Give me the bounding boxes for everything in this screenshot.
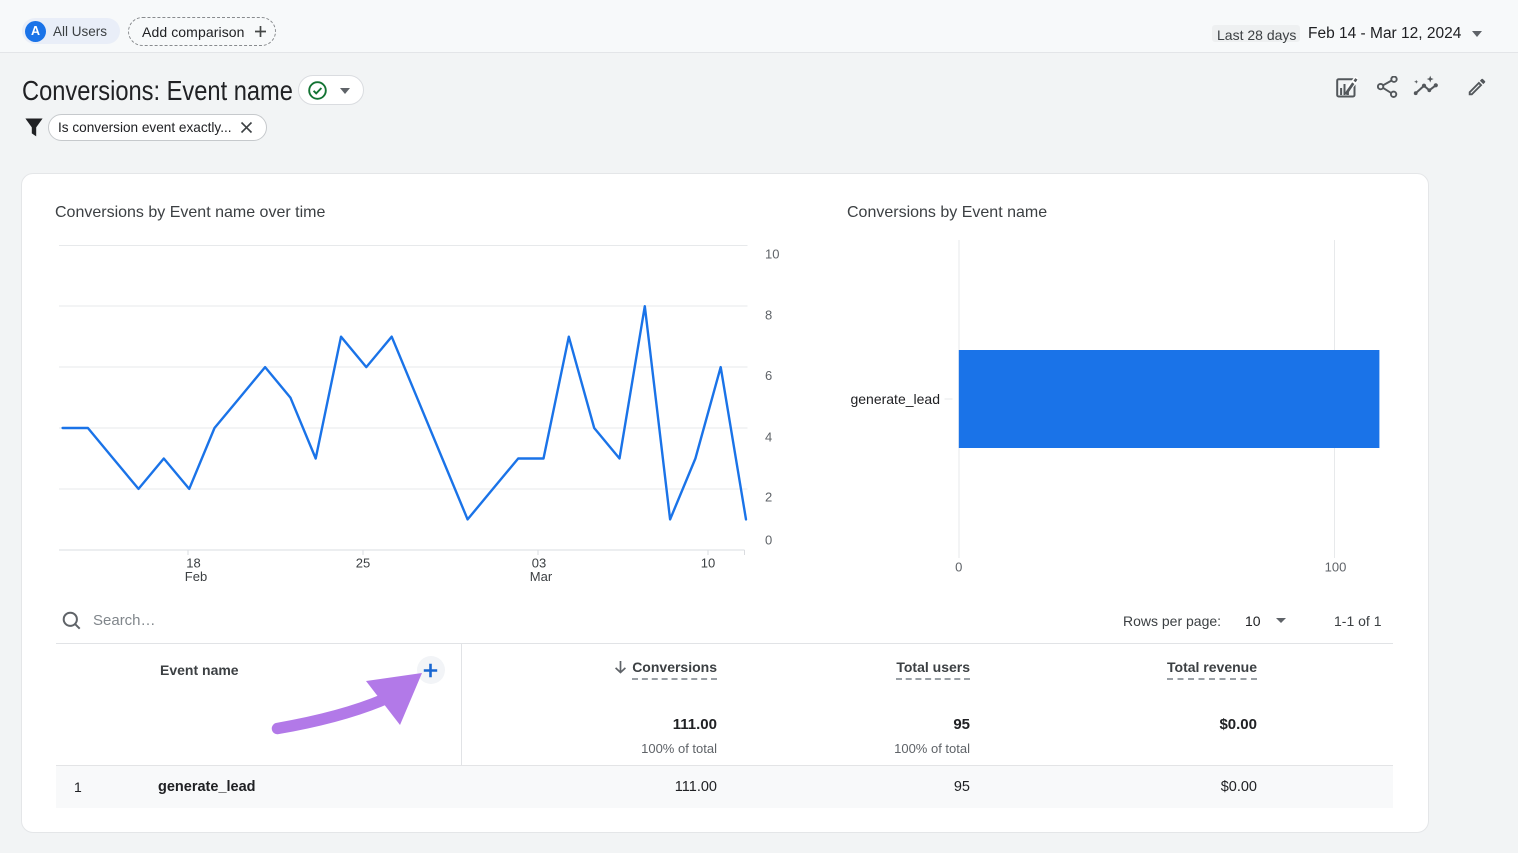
svg-text:10: 10 xyxy=(765,247,779,262)
svg-text:generate_lead: generate_lead xyxy=(850,391,940,407)
svg-text:6: 6 xyxy=(765,368,772,383)
svg-text:8: 8 xyxy=(765,308,772,323)
svg-text:100: 100 xyxy=(1325,560,1347,575)
svg-text:2: 2 xyxy=(765,490,772,505)
svg-text:0: 0 xyxy=(765,533,772,548)
svg-text:10: 10 xyxy=(701,556,715,571)
svg-text:4: 4 xyxy=(765,430,772,445)
svg-text:Mar: Mar xyxy=(530,569,553,584)
svg-text:25: 25 xyxy=(356,556,370,571)
svg-text:Feb: Feb xyxy=(185,569,207,584)
svg-text:0: 0 xyxy=(955,560,962,575)
